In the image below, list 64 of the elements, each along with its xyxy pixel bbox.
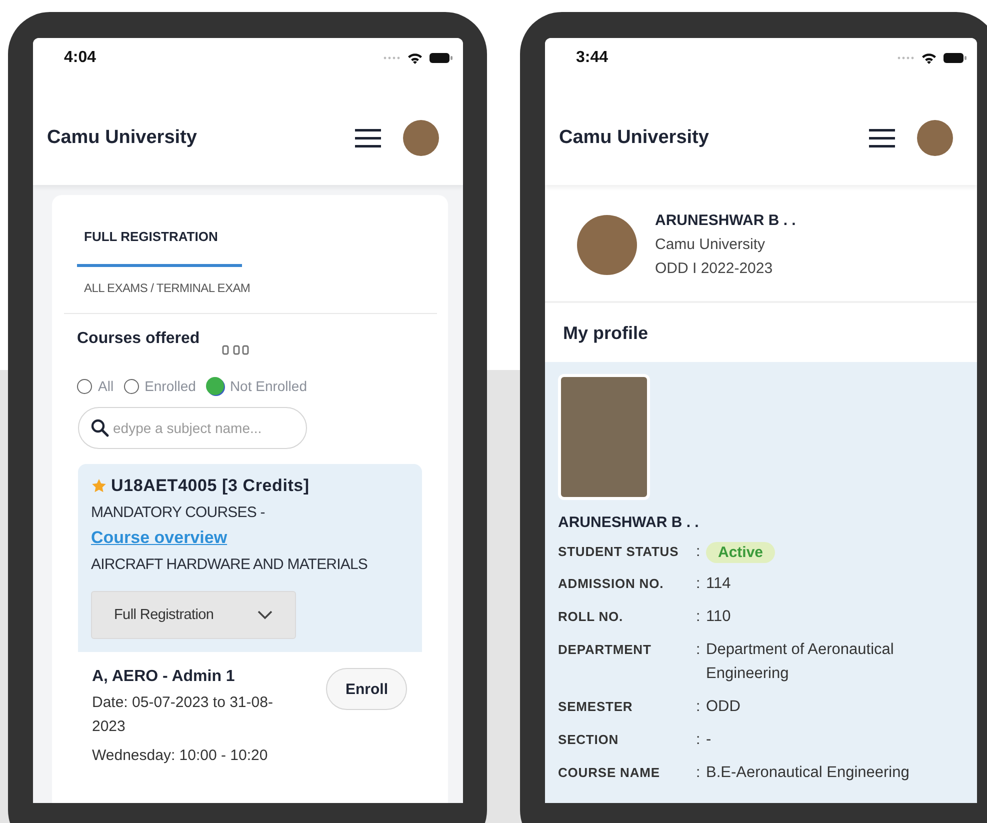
- course-overview-link[interactable]: Course overview: [91, 528, 228, 548]
- radio-label: Not Enrolled: [230, 378, 307, 394]
- field-separator: :: [696, 730, 702, 750]
- radio-indicator[interactable]: [206, 377, 224, 395]
- field-value: 114: [706, 574, 732, 594]
- section-title: My profile: [562, 322, 650, 345]
- field-separator: :: [696, 640, 702, 660]
- app-title: Camu University: [559, 126, 710, 148]
- status-time: 4:04: [64, 49, 96, 67]
- radio-label: All: [98, 378, 114, 394]
- signal-icon: [383, 56, 401, 60]
- filter-radio[interactable]: Enrolled: [124, 377, 196, 395]
- status-time: 3:44: [576, 49, 608, 67]
- field-separator: :: [696, 574, 702, 594]
- batch-schedule: Wednesday: 10:00 - 10:20: [92, 746, 269, 766]
- field-label: ADMISSION NO.: [558, 575, 665, 593]
- field-value: -: [706, 730, 712, 750]
- field-value: ODD: [706, 697, 742, 717]
- battery-icon: [943, 52, 967, 64]
- field-label: SEMESTER: [558, 698, 634, 716]
- radio-indicator[interactable]: [77, 378, 92, 394]
- battery-icon: [429, 52, 453, 64]
- avatar[interactable]: [917, 120, 953, 156]
- filter-radio[interactable]: Not Enrolled: [206, 377, 307, 395]
- radio-label: Enrolled: [144, 378, 196, 394]
- student-name: ARUNESHWAR B . .: [655, 212, 796, 229]
- course-name: AIRCRAFT HARDWARE AND MATERIALS: [91, 556, 369, 573]
- university-name: Camu University: [655, 236, 766, 253]
- term-label: ODD I 2022-2023: [655, 260, 774, 277]
- breadcrumb: ALL EXAMS / TERMINAL EXAM: [83, 280, 252, 295]
- menu-icon[interactable]: [355, 128, 381, 148]
- batch-title: A, AERO - Admin 1: [92, 668, 236, 686]
- radio-indicator[interactable]: [124, 378, 139, 394]
- field-separator: :: [696, 697, 702, 717]
- chevron-down-icon: [257, 610, 273, 620]
- section-title: Courses offered: [77, 330, 200, 348]
- tab[interactable]: FULL REGISTRATION: [77, 221, 242, 267]
- field-value: B.E-Aeronautical Engineering: [706, 763, 910, 783]
- signal-icon: [897, 56, 915, 60]
- app-title: Camu University: [47, 126, 198, 148]
- course-category: MANDATORY COURSES -: [91, 504, 266, 521]
- field-label: SECTION: [558, 731, 620, 749]
- wifi-icon: [407, 52, 423, 64]
- avatar[interactable]: [403, 120, 439, 156]
- enroll-button[interactable]: Enroll: [326, 668, 407, 710]
- field-separator: :: [696, 763, 702, 783]
- field-separator: :: [696, 607, 702, 627]
- field-label: ROLL NO.: [558, 608, 624, 626]
- filter-radio[interactable]: All: [77, 377, 114, 395]
- course-code: U18AET4005 [3 Credits]: [111, 476, 310, 496]
- missing-glyph-icon: [222, 345, 252, 355]
- menu-icon[interactable]: [869, 128, 895, 148]
- student-name: ARUNESHWAR B . .: [558, 514, 700, 531]
- search-field[interactable]: edype a subject name...: [78, 407, 307, 449]
- batch-date: Date: 05-07-2023 to 31-08-2023: [92, 693, 274, 737]
- field-value: Department of Aeronautical Engineering: [706, 640, 895, 684]
- field-value: 110: [706, 607, 732, 627]
- field-label: COURSE NAME: [558, 764, 661, 782]
- field-label: STUDENT STATUS: [558, 543, 680, 561]
- field-label: DEPARTMENT: [558, 641, 652, 659]
- status-badge: Active: [706, 542, 776, 563]
- field-separator: :: [696, 542, 702, 562]
- wifi-icon: [921, 52, 937, 64]
- registration-dropdown[interactable]: Full Registration: [91, 591, 296, 639]
